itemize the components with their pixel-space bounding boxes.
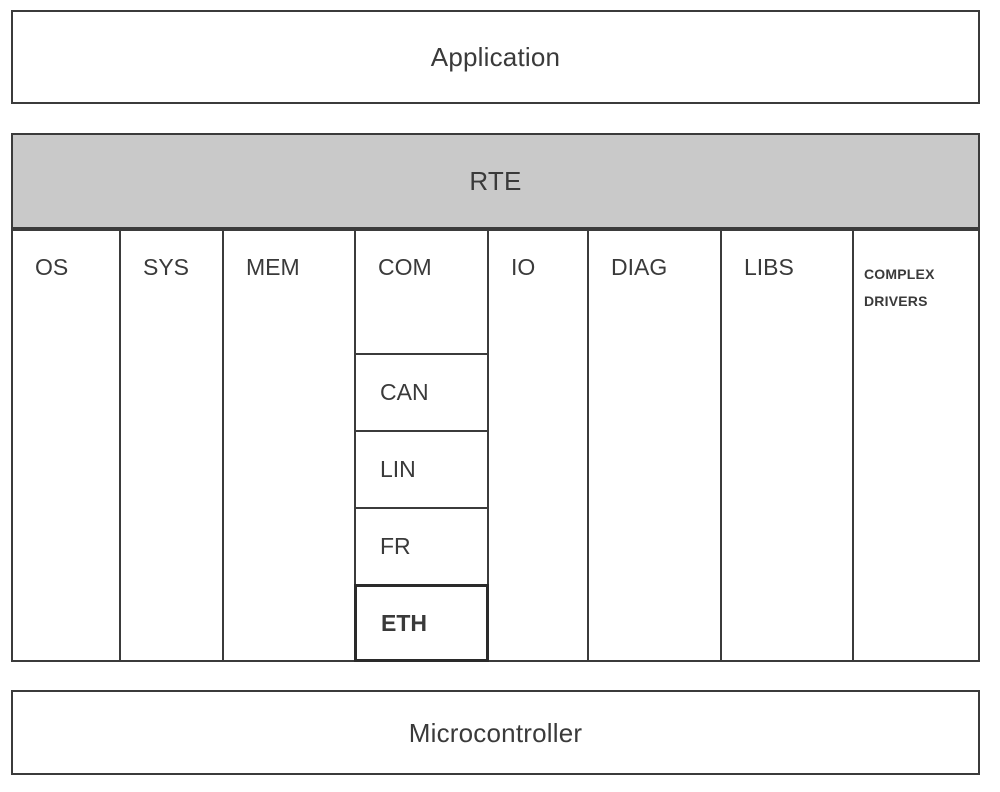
bsw-column-diag: DIAG bbox=[589, 231, 722, 660]
protocol-box-can: CAN bbox=[354, 353, 489, 430]
microcontroller-layer-label: Microcontroller bbox=[408, 717, 583, 748]
bsw-column-complex-drivers-label: COMPLEX DRIVERS bbox=[854, 231, 935, 314]
bsw-column-complex-drivers: COMPLEX DRIVERS bbox=[854, 231, 978, 660]
bsw-column-mem: MEM bbox=[224, 231, 356, 660]
protocol-box-fr: FR bbox=[354, 507, 489, 584]
bsw-column-io-label: IO bbox=[511, 254, 536, 280]
bsw-column-mem-label: MEM bbox=[246, 254, 300, 280]
rte-layer-label: RTE bbox=[469, 166, 522, 196]
com-protocol-substack: CAN LIN FR ETH bbox=[354, 353, 489, 662]
protocol-box-can-label: CAN bbox=[380, 379, 429, 405]
bsw-layer-box: OS SYS MEM COM CAN LIN FR ETH IO DIAG LI… bbox=[11, 229, 980, 662]
bsw-column-com-label: COM bbox=[378, 254, 432, 280]
bsw-column-sys-label: SYS bbox=[143, 254, 190, 280]
microcontroller-layer-box: Microcontroller bbox=[11, 690, 980, 775]
bsw-column-libs: LIBS bbox=[722, 231, 854, 660]
complex-drivers-label-line2: DRIVERS bbox=[864, 292, 928, 309]
protocol-box-lin: LIN bbox=[354, 430, 489, 507]
autosar-layered-architecture-diagram: Application RTE OS SYS MEM COM CAN LIN F… bbox=[0, 0, 1000, 792]
bsw-column-diag-label: DIAG bbox=[611, 254, 668, 280]
bsw-column-libs-label: LIBS bbox=[744, 254, 794, 280]
bsw-column-io: IO bbox=[489, 231, 589, 660]
bsw-column-sys: SYS bbox=[121, 231, 224, 660]
bsw-column-os: OS bbox=[13, 231, 121, 660]
protocol-box-eth-label: ETH bbox=[381, 609, 427, 636]
rte-layer-box: RTE bbox=[11, 133, 980, 229]
bsw-column-os-label: OS bbox=[35, 254, 69, 280]
complex-drivers-label-line1: COMPLEX bbox=[864, 266, 935, 282]
protocol-box-eth: ETH bbox=[354, 584, 489, 662]
application-layer-box: Application bbox=[11, 10, 980, 104]
application-layer-label: Application bbox=[430, 42, 561, 72]
bsw-column-com: COM CAN LIN FR ETH bbox=[354, 231, 489, 662]
protocol-box-fr-label: FR bbox=[380, 533, 411, 559]
protocol-box-lin-label: LIN bbox=[380, 456, 416, 482]
